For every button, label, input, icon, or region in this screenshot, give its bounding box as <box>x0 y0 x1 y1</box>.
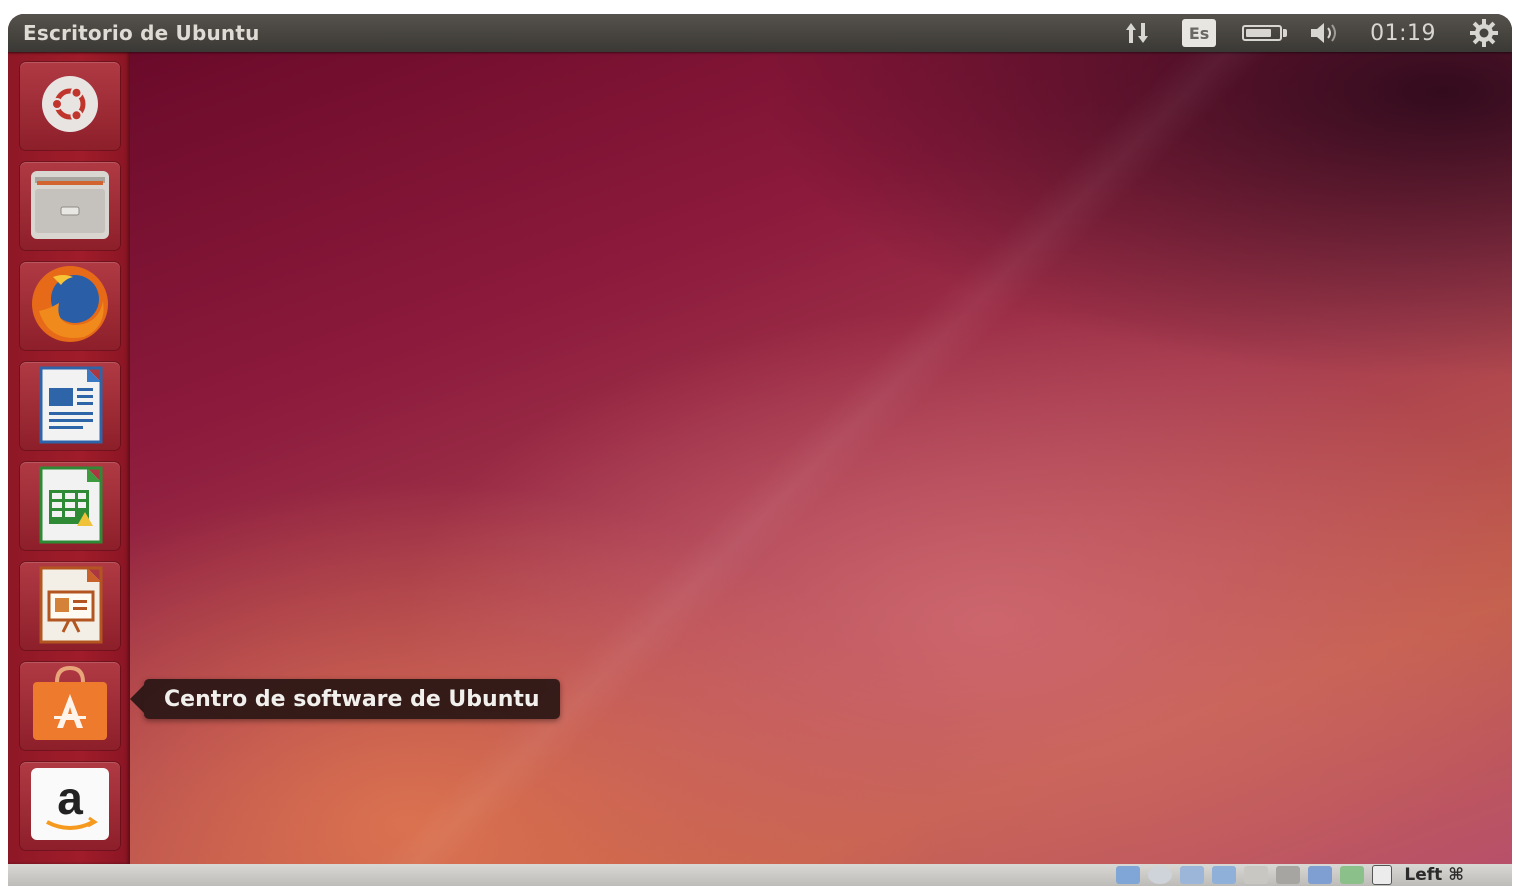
display-icon[interactable] <box>1276 866 1301 884</box>
launcher: a <box>8 52 130 864</box>
status-tray: Left ⌘ <box>1116 865 1464 885</box>
panel-title: Escritorio de Ubuntu <box>23 21 260 45</box>
tooltip-text: Centro de software de Ubuntu <box>164 686 540 712</box>
clock[interactable]: 01:19 <box>1370 21 1436 46</box>
keyboard-layout-label: Es <box>1188 23 1210 43</box>
vm-status-bar: Left ⌘ <box>8 864 1512 886</box>
svg-text:a: a <box>57 772 83 824</box>
volume-icon[interactable] <box>1306 21 1346 45</box>
amazon-icon: a <box>29 766 111 846</box>
launcher-item-libreoffice-impress[interactable] <box>20 562 120 650</box>
calc-spreadsheet-icon <box>35 464 105 548</box>
mouse-integration-icon[interactable] <box>1340 866 1365 884</box>
video-capture-icon[interactable] <box>1308 866 1333 884</box>
gear-icon[interactable] <box>1466 18 1502 48</box>
network-updown-icon[interactable] <box>1122 21 1154 45</box>
network-icon[interactable] <box>1212 866 1237 884</box>
launcher-tooltip: Centro de software de Ubuntu <box>130 679 560 719</box>
battery-icon[interactable] <box>1240 25 1288 41</box>
keyboard-layout-indicator[interactable]: Es <box>1182 19 1217 47</box>
launcher-item-libreoffice-calc[interactable] <box>20 462 120 550</box>
writer-document-icon <box>35 364 105 448</box>
usb-icon[interactable] <box>1180 866 1205 884</box>
host-key-label: Left ⌘ <box>1404 865 1464 885</box>
hdd-icon[interactable] <box>1116 866 1141 884</box>
shopping-bag-icon <box>29 664 111 748</box>
launcher-item-files[interactable] <box>20 162 120 250</box>
firefox-icon <box>29 263 111 349</box>
launcher-item-firefox[interactable] <box>20 262 120 350</box>
ubuntu-logo-icon <box>39 73 101 139</box>
file-cabinet-icon <box>29 167 111 245</box>
cd-icon[interactable] <box>1148 866 1173 884</box>
impress-presentation-icon <box>35 564 105 648</box>
indicator-area: Es 01:19 <box>1122 14 1512 52</box>
launcher-item-dash-home[interactable] <box>20 62 120 150</box>
shared-folder-icon[interactable] <box>1244 866 1269 884</box>
launcher-item-libreoffice-writer[interactable] <box>20 362 120 450</box>
vm-window: Escritorio de Ubuntu Es 01:19 a Centro d… <box>8 14 1512 886</box>
desktop-wallpaper[interactable] <box>130 52 1512 864</box>
launcher-item-amazon[interactable]: a <box>20 762 120 850</box>
launcher-item-ubuntu-software-center[interactable] <box>20 662 120 750</box>
top-panel: Escritorio de Ubuntu Es 01:19 <box>8 14 1512 52</box>
arrow-icon[interactable] <box>1372 865 1393 885</box>
